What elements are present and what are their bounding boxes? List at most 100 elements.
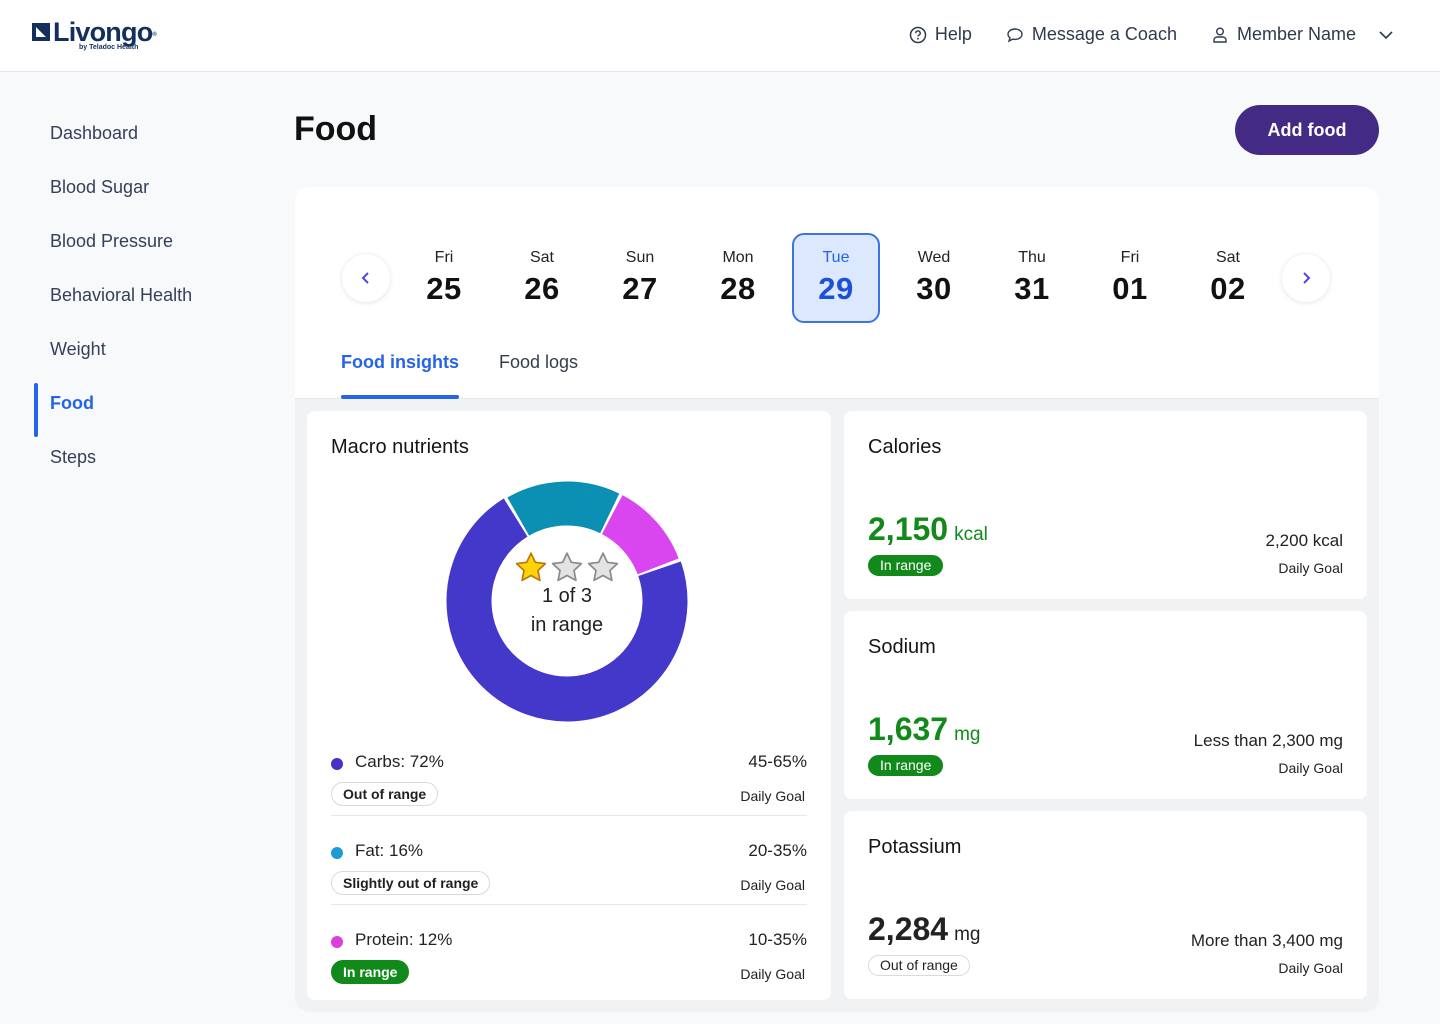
in-range-count: 1 of 3 [541,585,593,607]
date-weekday: Sat [529,249,554,266]
date-weekday: Wed [917,249,951,266]
livongo-mark-icon [32,23,50,41]
potassium-title: Potassium [868,836,962,858]
date-day-number: 27 [622,271,658,306]
calories-goal: 2,200 kcal [1265,531,1344,550]
chat-bubble-icon [1007,27,1023,42]
tab-food-logs[interactable]: Food logs [499,339,578,399]
chevron-right-icon [1303,272,1311,284]
food-panel: Fri 25 Sat 26 Sun 27 Mon 28 Tue 29 Wed 30 Thu 31 Fri 01… [295,187,1379,1012]
help-label: Help [934,24,972,44]
message-coach-link[interactable]: Message a Coach [1006,24,1177,45]
potassium-goal-label: Daily Goal [1278,960,1343,976]
date-day-number: 25 [426,271,462,306]
divider [331,904,807,905]
add-food-button[interactable]: Add food [1235,105,1379,155]
date-item[interactable]: Thu 31 [988,233,1076,323]
sidebar-item-blood-sugar[interactable]: Blood Sugar [34,160,274,214]
member-name: Member Name [1236,24,1356,44]
potassium-goal: More than 3,400 mg [1190,931,1343,950]
sodium-card: Sodium 1,637 mg In range Less than 2,300… [844,611,1367,799]
date-item-selected[interactable]: Tue 29 [792,233,880,323]
date-day-number: 26 [524,271,560,306]
user-icon [1213,27,1227,43]
date-day-number: 02 [1210,271,1246,306]
calories-title: Calories [868,436,942,458]
date-item[interactable]: Sun 27 [596,233,684,323]
protein-value: Protein: 12% [355,930,453,949]
date-day-number: 30 [916,271,952,306]
sidebar-item-dashboard[interactable]: Dashboard [34,106,274,160]
top-header: Livongo® by Teladoc Health Help Message … [0,0,1440,72]
calories-value: 2,150 [868,511,949,547]
carbs-value: Carbs: 72% [355,752,444,771]
date-item[interactable]: Mon 28 [694,233,782,323]
tab-food-insights[interactable]: Food insights [341,339,459,399]
date-day-number: 29 [818,271,854,306]
macro-row-protein: Protein: 12% 10-35% In range Daily Goal [331,922,807,1011]
calories-card: Calories 2,150 kcal In range 2,200 kcal … [844,411,1367,599]
date-item[interactable]: Sat 26 [498,233,586,323]
date-weekday: Thu [1018,249,1046,266]
sidebar-item-food[interactable]: Food [34,376,274,437]
protein-goal: 10-35% [748,930,807,949]
fat-status-badge: Slightly out of range [331,871,491,895]
donut-center: 1 of 3 in range [437,551,697,637]
page-title: Food [294,110,378,148]
potassium-value: 2,284 [868,911,949,947]
sidebar-item-behavioral-health[interactable]: Behavioral Health [34,268,274,322]
fat-goal: 20-35% [748,841,807,860]
star-empty-icon [551,552,583,582]
fat-value: Fat: 16% [355,841,424,860]
sidebar-item-weight[interactable]: Weight [34,322,274,376]
date-day-number: 01 [1112,271,1148,306]
fat-goal-label: Daily Goal [740,877,805,893]
carbs-goal-label: Daily Goal [740,788,805,804]
sodium-title: Sodium [868,636,936,658]
sodium-unit: mg [954,724,981,745]
macro-row-fat: Fat: 16% 20-35% Slightly out of range Da… [331,833,807,922]
view-tabs: Food insights Food logs [341,339,578,399]
sodium-value: 1,637 [868,711,949,747]
date-day-number: 28 [720,271,756,306]
carbs-goal: 45-65% [748,752,807,771]
star-empty-icon [587,552,619,582]
chevron-left-icon [361,272,369,284]
carbs-color-dot [331,758,343,770]
message-coach-label: Message a Coach [1031,24,1177,44]
date-item[interactable]: Fri 01 [1086,233,1174,323]
donut-segment-fat [507,481,620,536]
protein-color-dot [331,936,343,948]
help-link[interactable]: Help [909,24,972,45]
potassium-unit: mg [954,924,981,945]
date-weekday: Fri [1120,249,1140,266]
sidebar-item-steps[interactable]: Steps [34,430,274,484]
carbs-status-badge: Out of range [331,782,439,806]
chevron-down-icon [1379,30,1393,39]
date-item[interactable]: Fri 25 [400,233,488,323]
divider [331,815,807,816]
date-weekday: Fri [434,249,454,266]
protein-goal-label: Daily Goal [740,966,805,982]
date-day-number: 31 [1014,271,1050,306]
sidebar-item-blood-pressure[interactable]: Blood Pressure [34,214,274,268]
livongo-logo[interactable]: Livongo® by Teladoc Health [32,18,157,51]
help-icon [909,26,927,43]
date-weekday: Sat [1215,249,1240,266]
next-dates-button[interactable] [1281,253,1331,303]
date-and-tabs: Fri 25 Sat 26 Sun 27 Mon 28 Tue 29 Wed 30 Thu 31 Fri 01… [295,187,1379,399]
date-item[interactable]: Wed 30 [890,233,978,323]
macro-row-carbs: Carbs: 72% 45-65% Out of range Daily Goa… [331,744,807,833]
date-item[interactable]: Sat 02 [1184,233,1272,323]
sodium-goal: Less than 2,300 mg [1193,731,1343,750]
calories-unit: kcal [954,524,988,545]
star-filled-icon [515,552,547,582]
calories-goal-label: Daily Goal [1278,560,1343,576]
macro-card-title: Macro nutrients [331,436,469,458]
date-weekday: Tue [822,249,850,266]
in-range-label: in range [530,614,604,636]
sodium-goal-label: Daily Goal [1278,760,1343,776]
fat-color-dot [331,847,343,859]
previous-dates-button[interactable] [341,253,391,303]
member-menu[interactable]: Member Name [1211,24,1394,45]
